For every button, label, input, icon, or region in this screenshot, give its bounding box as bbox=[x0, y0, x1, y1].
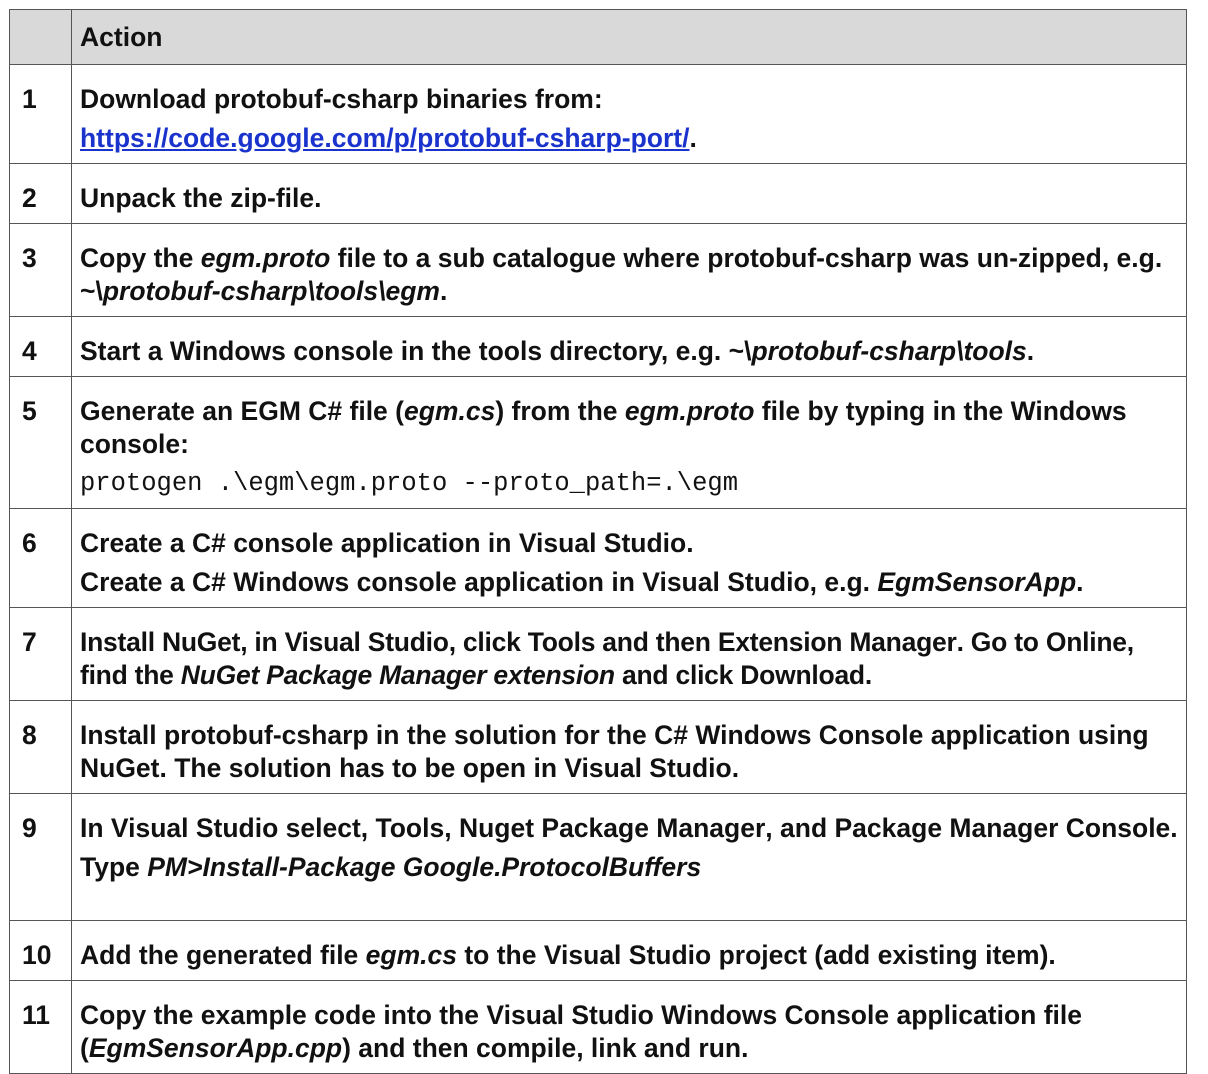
text-run: Copy the bbox=[80, 243, 201, 273]
step-text: Generate an EGM C# file (egm.cs) from th… bbox=[80, 395, 1178, 461]
text-run: egm.cs bbox=[365, 940, 457, 970]
table-row: 3 Copy the egm.proto file to a sub catal… bbox=[9, 223, 1187, 317]
step-link-line: https://code.google.com/p/protobuf-cshar… bbox=[80, 122, 1178, 155]
text-run: . bbox=[1076, 567, 1084, 597]
text-run: , bbox=[444, 813, 459, 843]
step-text: Copy the egm.proto file to a sub catalog… bbox=[80, 242, 1178, 308]
table-row: 7 Install NuGet, in Visual Studio, click… bbox=[9, 607, 1187, 701]
text-run: Tools bbox=[527, 627, 596, 657]
text-run: Extension Manager bbox=[717, 627, 957, 657]
step-number: 9 bbox=[9, 793, 72, 921]
table-row: 1 Download protobuf-csharp binaries from… bbox=[9, 64, 1187, 164]
text-run: Type bbox=[80, 852, 148, 882]
text-run: Start a Windows console in the tools dir… bbox=[80, 336, 752, 366]
step-text: Install NuGet, in Visual Studio, click T… bbox=[80, 626, 1178, 692]
command-code: protogen .\egm\egm.proto --proto_path=.\… bbox=[80, 469, 739, 498]
step-number: 5 bbox=[9, 376, 72, 509]
step-text: In Visual Studio select, Tools, Nuget Pa… bbox=[80, 812, 1178, 845]
table-row: 11 Copy the example code into the Visual… bbox=[9, 980, 1187, 1074]
step-text: Create a C# Windows console application … bbox=[80, 566, 1178, 599]
instructions-table: Action 1 Download protobuf-csharp binari… bbox=[9, 9, 1187, 1074]
action-header: Action bbox=[71, 9, 1187, 65]
text-run: Package Manager Console bbox=[834, 813, 1171, 843]
text-run: EgmSensorApp bbox=[877, 567, 1077, 597]
step-text: Download protobuf-csharp binaries from: bbox=[80, 84, 603, 114]
step-action: Generate an EGM C# file (egm.cs) from th… bbox=[71, 376, 1187, 509]
text-run: protobuf-csharp\tools bbox=[751, 336, 1027, 366]
text-run: egm.cs bbox=[403, 396, 496, 426]
step-text: Install protobuf-csharp in the solution … bbox=[80, 720, 1149, 783]
step-number-header bbox=[9, 9, 72, 65]
step-action: Start a Windows console in the tools dir… bbox=[71, 316, 1187, 377]
step-text: Copy the example code into the Visual St… bbox=[80, 999, 1178, 1065]
text-run: and click bbox=[614, 660, 741, 690]
text-run: EgmSensorApp.cpp bbox=[88, 1033, 343, 1063]
text-run: Tools bbox=[375, 813, 445, 843]
text-run: PM>Install-Package Google.ProtocolBuffer… bbox=[147, 852, 702, 882]
text-run: . bbox=[1026, 336, 1035, 366]
text-run: . Go to bbox=[956, 627, 1046, 657]
text-run: protobuf-csharp\tools\egm bbox=[102, 276, 440, 306]
text-run: . bbox=[1170, 813, 1178, 843]
step-action: Install NuGet, in Visual Studio, click T… bbox=[71, 607, 1187, 701]
step-text: Add the generated file egm.cs to the Vis… bbox=[80, 939, 1178, 972]
step-number: 1 bbox=[9, 64, 72, 164]
step-text: Type PM>Install-Package Google.ProtocolB… bbox=[80, 851, 1178, 884]
step-number: 8 bbox=[9, 700, 72, 794]
step-number: 4 bbox=[9, 316, 72, 377]
text-run: . bbox=[439, 276, 448, 306]
step-action: Add the generated file egm.cs to the Vis… bbox=[71, 920, 1187, 981]
text-run: and then bbox=[595, 627, 718, 657]
step-action: Download protobuf-csharp binaries from: … bbox=[71, 64, 1187, 164]
table-row: 10 Add the generated file egm.cs to the … bbox=[9, 920, 1187, 981]
text-run: In Visual Studio select, bbox=[80, 813, 376, 843]
text-run: Create a C# Windows console application … bbox=[80, 567, 878, 597]
text-run: ) from the bbox=[495, 396, 625, 426]
step-text: Create a C# console application in Visua… bbox=[80, 528, 694, 558]
text-run: . bbox=[864, 660, 872, 690]
text-run: Generate an EGM C# file ( bbox=[80, 396, 404, 426]
step-number: 7 bbox=[9, 607, 72, 701]
text-run: ) and then compile, link and run. bbox=[342, 1033, 749, 1063]
step-action: Copy the example code into the Visual St… bbox=[71, 980, 1187, 1074]
step-action: Copy the egm.proto file to a sub catalog… bbox=[71, 223, 1187, 317]
table-header-row: Action bbox=[9, 9, 1187, 65]
text-run: Add the generated file bbox=[80, 940, 366, 970]
text-run: to the Visual Studio project (add existi… bbox=[456, 940, 1056, 970]
step-number: 6 bbox=[9, 508, 72, 608]
text-run: NuGet Package Manager extension bbox=[180, 660, 615, 690]
step-action: Create a C# console application in Visua… bbox=[71, 508, 1187, 608]
step-action: Unpack the zip-file. bbox=[71, 163, 1187, 224]
step-number: 11 bbox=[9, 980, 72, 1074]
text-run: egm.proto bbox=[624, 396, 755, 426]
table-row: 8 Install protobuf-csharp in the solutio… bbox=[9, 700, 1187, 794]
table-row: 2 Unpack the zip-file. bbox=[9, 163, 1187, 224]
table-row: 4 Start a Windows console in the tools d… bbox=[9, 316, 1187, 377]
text-run: Install NuGet, in Visual Studio, click bbox=[80, 627, 528, 657]
step-number: 3 bbox=[9, 223, 72, 317]
step-number: 10 bbox=[9, 920, 72, 981]
table-row: 6 Create a C# console application in Vis… bbox=[9, 508, 1187, 608]
text-run: egm.proto bbox=[200, 243, 331, 273]
step-action: Install protobuf-csharp in the solution … bbox=[71, 700, 1187, 794]
download-link[interactable]: https://code.google.com/p/protobuf-cshar… bbox=[80, 123, 689, 153]
step-text: Unpack the zip-file. bbox=[80, 183, 322, 213]
text-run: Download bbox=[740, 660, 865, 690]
text-run: Online bbox=[1045, 627, 1127, 657]
text-run: Nuget Package Manager bbox=[458, 813, 766, 843]
table-row: 5 Generate an EGM C# file (egm.cs) from … bbox=[9, 376, 1187, 509]
step-action: In Visual Studio select, Tools, Nuget Pa… bbox=[71, 793, 1187, 921]
text-run: , and bbox=[765, 813, 835, 843]
step-number: 2 bbox=[9, 163, 72, 224]
link-tail: . bbox=[689, 123, 697, 153]
table-row: 9 In Visual Studio select, Tools, Nuget … bbox=[9, 793, 1187, 921]
step-text: Start a Windows console in the tools dir… bbox=[80, 335, 1178, 368]
